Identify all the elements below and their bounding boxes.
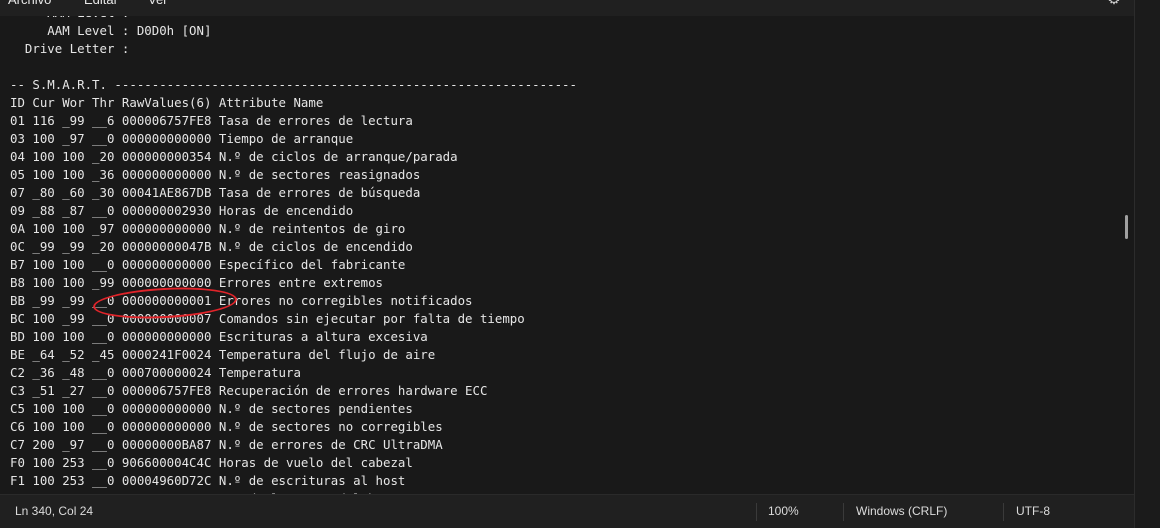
text-line: 0A 100 100 _97 000000000000 N.º de reint…	[10, 221, 406, 236]
text-line: AAM Level : D0D0h [ON]	[10, 23, 212, 38]
text-line: 07 _80 _60 _30 00041AE867DB Tasa de erro…	[10, 185, 421, 200]
text-line: 05 100 100 _36 000000000000 N.º de secto…	[10, 167, 421, 182]
editor-text: AAM Level : AAM Level : D0D0h [ON] Drive…	[10, 16, 577, 494]
text-line: C7 200 _97 __0 00000000BA87 N.º de error…	[10, 437, 443, 452]
text-line: C5 100 100 __0 000000000000 N.º de secto…	[10, 401, 413, 416]
text-line: BC 100 _99 __0 000000000007 Comandos sin…	[10, 311, 525, 326]
status-bar: Ln 340, Col 24 100% Windows (CRLF) UTF-8	[0, 494, 1134, 528]
text-line	[10, 58, 577, 76]
text-line: ID Cur Wor Thr RawValues(6) Attribute Na…	[10, 95, 324, 110]
text-editor-area[interactable]: AAM Level : AAM Level : D0D0h [ON] Drive…	[0, 16, 1134, 494]
text-line: Drive Letter :	[10, 41, 130, 56]
text-line: 09 _88 _87 __0 000000002930 Horas de enc…	[10, 203, 354, 218]
line-ending[interactable]: Windows (CRLF)	[856, 495, 947, 528]
vertical-scrollbar[interactable]	[1120, 16, 1134, 494]
menu-bar: Archivo Editar Ver ⚙	[0, 0, 1160, 16]
text-line: 03 100 _97 __0 000000000000 Tiempo de ar…	[10, 131, 354, 146]
text-line: 0C _99 _99 _20 00000000047B N.º de ciclo…	[10, 239, 413, 254]
zoom-level[interactable]: 100%	[768, 495, 799, 528]
text-line: C6 100 100 __0 000000000000 N.º de secto…	[10, 419, 443, 434]
notepad-window: Archivo Editar Ver ⚙ AAM Level : AAM Lev…	[0, 0, 1160, 528]
text-line: BB _99 _99 __0 000000000001 Errores no c…	[10, 293, 473, 308]
menu-view[interactable]: Ver	[148, 0, 168, 9]
text-line: B7 100 100 __0 000000000000 Específico d…	[10, 257, 406, 272]
text-line: C3 _51 _27 __0 000006757FE8 Recuperación…	[10, 383, 488, 398]
status-divider	[1003, 503, 1004, 521]
menu-edit[interactable]: Editar	[84, 0, 118, 9]
menu-file[interactable]: Archivo	[8, 0, 51, 9]
scrollbar-thumb[interactable]	[1125, 215, 1128, 239]
gear-icon[interactable]: ⚙	[1106, 0, 1122, 8]
text-line: 01 116 _99 __6 000006757FE8 Tasa de erro…	[10, 113, 413, 128]
encoding[interactable]: UTF-8	[1016, 495, 1050, 528]
cursor-position[interactable]: Ln 340, Col 24	[15, 495, 93, 528]
window-edge	[1134, 0, 1160, 528]
status-divider	[843, 503, 844, 521]
status-divider	[756, 503, 757, 521]
text-line: BD 100 100 __0 000000000000 Escrituras a…	[10, 329, 428, 344]
text-line: -- S.M.A.R.T. --------------------------…	[10, 77, 577, 92]
text-line: F0 100 253 __0 906600004C4C Horas de vue…	[10, 455, 413, 470]
text-line: BE _64 _52 _45 0000241F0024 Temperatura …	[10, 347, 436, 362]
text-line: F1 100 253 __0 00004960D72C N.º de escri…	[10, 473, 406, 488]
text-line: 04 100 100 _20 000000000354 N.º de ciclo…	[10, 149, 458, 164]
text-line: C2 _36 _48 __0 000700000024 Temperatura	[10, 365, 301, 380]
text-line: B8 100 100 _99 000000000000 Errores entr…	[10, 275, 383, 290]
